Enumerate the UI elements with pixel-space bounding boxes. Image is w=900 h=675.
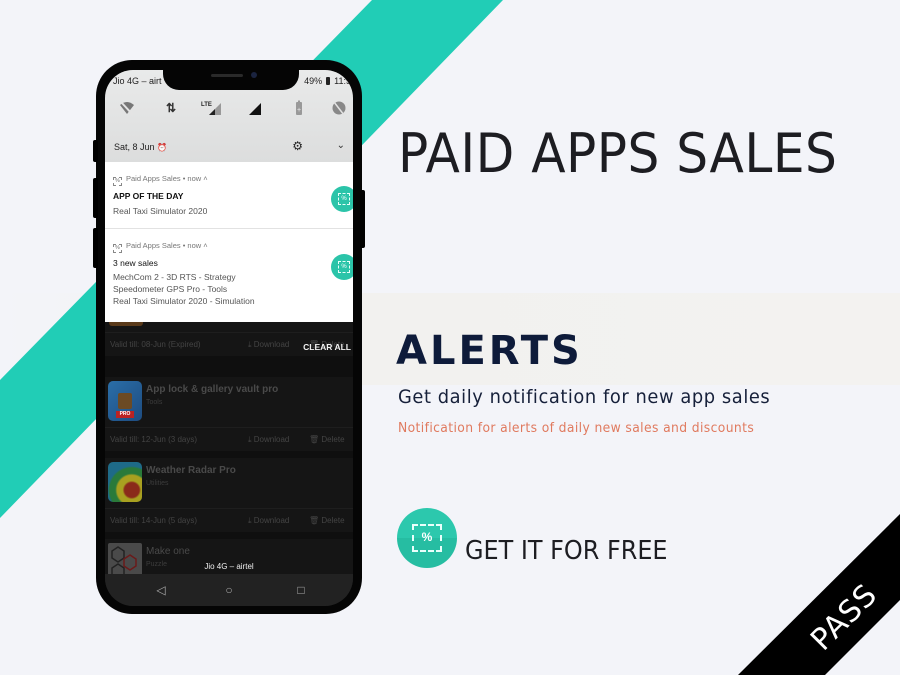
notification-line: Speedometer GPS Pro - Tools bbox=[113, 284, 228, 294]
download-button[interactable]: ⤓ Download bbox=[248, 435, 289, 445]
notification-header: % Paid Apps Sales • now ˄ bbox=[113, 174, 208, 186]
wifi-off-icon[interactable] bbox=[119, 100, 135, 116]
back-icon[interactable]: ◁ bbox=[153, 582, 169, 598]
phone-power-button bbox=[360, 190, 365, 248]
notification-header: % Paid Apps Sales • now ˄ bbox=[113, 241, 208, 253]
valid-till: Valid till: 08-Jun (Expired) bbox=[110, 340, 201, 349]
notification-time: now bbox=[187, 174, 202, 183]
notification-new-sales[interactable]: % Paid Apps Sales • now ˄ 3 new sales Mec… bbox=[105, 229, 353, 332]
notification-time: now bbox=[187, 241, 202, 250]
notification-line: Real Taxi Simulator 2020 - Simulation bbox=[113, 296, 255, 306]
app-icon bbox=[109, 322, 143, 326]
phone-mockup: Jio 4G – airt 49% 11:5 ⇅ LTE + Sat, 8 Ju… bbox=[93, 60, 365, 614]
feature-description: Notification for alerts of daily new sal… bbox=[398, 421, 755, 436]
app-category: Utilities bbox=[146, 480, 169, 487]
clear-all-button[interactable]: CLEAR ALL bbox=[303, 342, 351, 352]
delete-button[interactable]: 🗑 Delete bbox=[309, 516, 345, 525]
notification-line: MechCom 2 - 3D RTS - Strategy bbox=[113, 272, 236, 282]
carrier-toast: Jio 4G – airtel bbox=[204, 562, 254, 571]
app-name: Weather Radar Pro bbox=[146, 465, 236, 476]
notification-title: 3 new sales bbox=[113, 258, 158, 268]
expand-chevron-icon[interactable]: ⌄ bbox=[337, 140, 345, 151]
feature-subtitle: Get daily notification for new app sales bbox=[398, 386, 771, 408]
download-button[interactable]: ⤓ Download bbox=[248, 340, 289, 350]
app-lock-icon: PRO bbox=[108, 381, 142, 421]
weather-radar-icon bbox=[108, 462, 142, 502]
notification-app-of-the-day[interactable]: % Paid Apps Sales • now ˄ APP OF THE DAY … bbox=[105, 162, 353, 229]
data-transfer-icon[interactable]: ⇅ bbox=[163, 100, 179, 116]
app-logo-icon: % bbox=[397, 508, 457, 568]
feature-title: ALERTS bbox=[396, 328, 583, 374]
collapse-caret-icon[interactable]: ˄ bbox=[203, 174, 207, 183]
signal-icon[interactable] bbox=[247, 100, 263, 116]
notification-large-icon: % bbox=[331, 254, 353, 280]
app-sale-icon: % bbox=[338, 261, 350, 273]
trash-icon: 🗑 bbox=[309, 516, 322, 525]
battery-saver-icon[interactable]: + bbox=[291, 100, 307, 116]
sale-card-footer: Valid till: 12-Jun (3 days) ⤓ Download 🗑… bbox=[105, 427, 353, 451]
date-label: Sat, 8 Jun ⏰ bbox=[114, 142, 168, 152]
valid-till: Valid till: 14-Jun (5 days) bbox=[110, 516, 197, 525]
cta-label: GET IT FOR FREE bbox=[465, 536, 668, 566]
percent-icon: % bbox=[412, 524, 442, 552]
alarm-icon: ⏰ bbox=[157, 143, 168, 152]
battery-percent: 49% bbox=[304, 76, 323, 86]
phone-screen: Jio 4G – airt 49% 11:5 ⇅ LTE + Sat, 8 Ju… bbox=[105, 70, 353, 606]
sale-card-footer: Valid till: 14-Jun (5 days) ⤓ Download 🗑… bbox=[105, 508, 353, 532]
recents-icon[interactable]: □ bbox=[293, 582, 309, 598]
app-name: App lock & gallery vault pro bbox=[146, 384, 279, 395]
notification-app-name: Paid Apps Sales bbox=[126, 241, 181, 250]
app-name: Make one bbox=[146, 546, 190, 557]
phone-notch bbox=[163, 70, 299, 90]
collapse-caret-icon[interactable]: ˄ bbox=[203, 241, 207, 250]
location-off-icon[interactable] bbox=[331, 100, 347, 116]
status-right: 49% 11:5 bbox=[304, 76, 351, 86]
phone-side-button bbox=[93, 178, 98, 218]
lte-label: LTE bbox=[201, 102, 212, 108]
sale-card[interactable]: Weather Radar Pro Utilities Valid till: … bbox=[105, 458, 353, 532]
home-icon[interactable]: ○ bbox=[221, 582, 237, 598]
clock: 11:5 bbox=[334, 76, 351, 86]
navigation-bar: ◁ ○ □ bbox=[105, 574, 353, 606]
carrier-label: Jio 4G – airt bbox=[113, 76, 162, 86]
app-sale-icon: % bbox=[113, 244, 122, 253]
date-row: Sat, 8 Jun ⏰ ⚙ ⌄ bbox=[105, 138, 353, 158]
settings-gear-icon[interactable]: ⚙ bbox=[292, 139, 303, 153]
notification-line: Real Taxi Simulator 2020 bbox=[113, 206, 208, 216]
notification-large-icon: % bbox=[331, 186, 353, 212]
sale-card-body bbox=[105, 322, 353, 332]
phone-side-button bbox=[93, 140, 98, 162]
phone-side-button bbox=[93, 228, 98, 268]
notification-app-name: Paid Apps Sales bbox=[126, 174, 181, 183]
app-sale-icon: % bbox=[338, 193, 350, 205]
svg-text:+: + bbox=[297, 107, 301, 114]
speaker bbox=[211, 74, 243, 77]
app-sale-icon: % bbox=[113, 177, 122, 186]
quick-settings-tiles: ⇅ LTE + bbox=[105, 100, 353, 120]
battery-icon bbox=[326, 77, 331, 85]
valid-till: Valid till: 12-Jun (3 days) bbox=[110, 435, 197, 444]
get-it-for-free-button[interactable]: % GET IT FOR FREE bbox=[397, 508, 697, 568]
sales-list: Valid till: 08-Jun (Expired) ⤓ Download … bbox=[105, 322, 353, 589]
trash-icon: 🗑 bbox=[309, 435, 322, 444]
sale-card-body: Weather Radar Pro Utilities bbox=[105, 458, 353, 508]
delete-button[interactable]: 🗑 Delete bbox=[309, 435, 345, 444]
lte-signal-icon[interactable]: LTE bbox=[201, 100, 225, 116]
notification-title: APP OF THE DAY bbox=[113, 191, 184, 201]
download-button[interactable]: ⤓ Download bbox=[248, 516, 289, 526]
app-category: Tools bbox=[146, 399, 163, 406]
page-headline: PAID APPS SALES bbox=[398, 122, 838, 185]
front-camera bbox=[251, 72, 257, 78]
sale-card-body: PRO App lock & gallery vault pro Tools bbox=[105, 377, 353, 427]
sale-card[interactable]: PRO App lock & gallery vault pro Tools V… bbox=[105, 377, 353, 451]
